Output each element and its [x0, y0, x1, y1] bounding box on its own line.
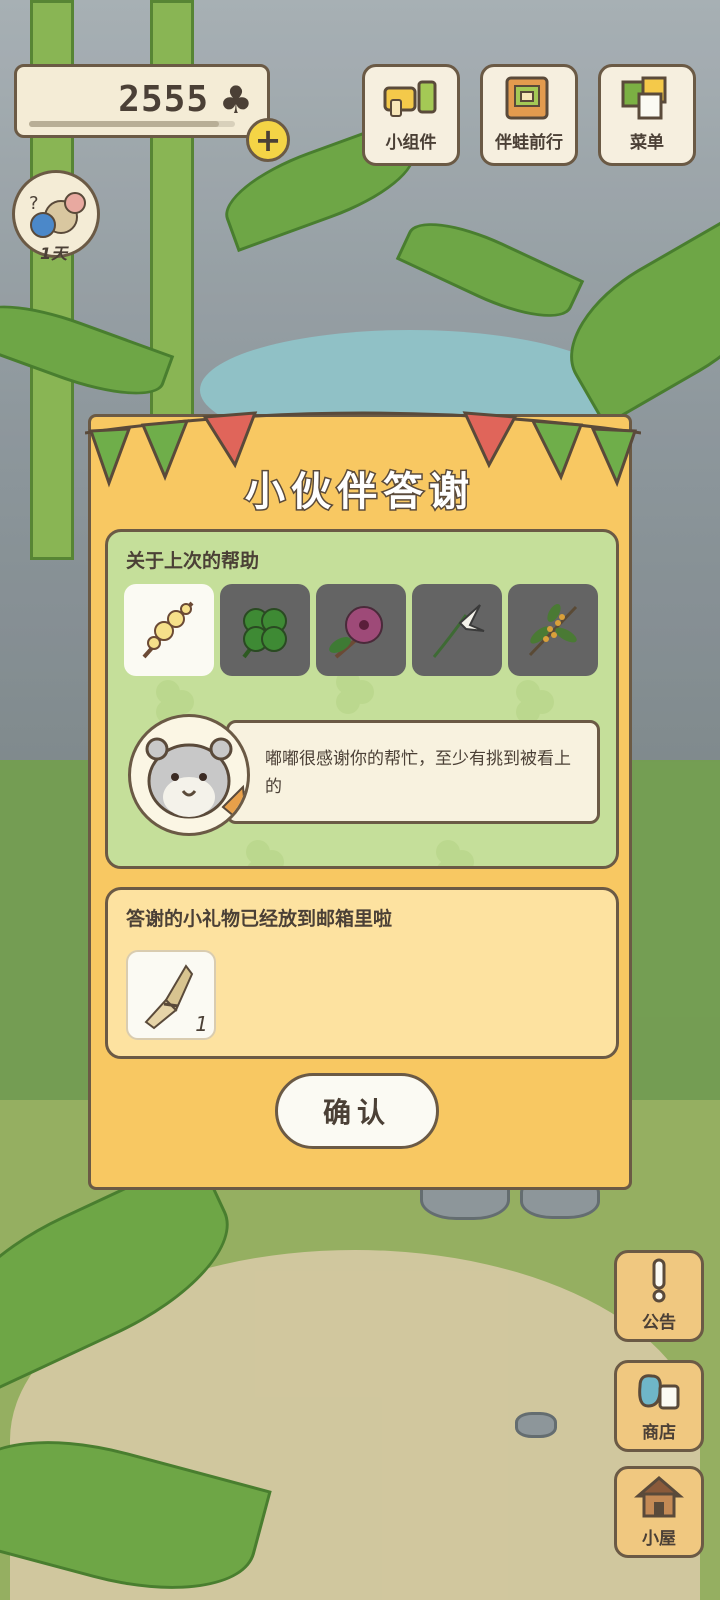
add-clover-button[interactable]: +: [246, 118, 290, 162]
osmanthus-branch-icon: [528, 603, 578, 657]
clover-icon: ♣: [218, 78, 253, 122]
days-away-label: 1天: [40, 244, 68, 263]
svg-text:?: ?: [29, 193, 39, 214]
shop-button[interactable]: 商店: [614, 1360, 704, 1452]
clover-counter-panel: 2555 ♣: [14, 64, 270, 138]
shop-bags-icon: [638, 1374, 680, 1410]
house-icon: [634, 1476, 684, 1518]
travel-with-frog-button[interactable]: 伴蛙前行: [480, 64, 578, 166]
help-panel: 关于上次的帮助 嘟嘟很感谢你的帮忙，至少有挑到被看上的: [105, 529, 619, 869]
menu-label: 菜单: [630, 133, 664, 153]
thanks-dialog: 小伙伴答谢 关于上次的帮助 嘟嘟很感谢你的帮忙，至少有挑到被看上的 答谢的小礼物…: [85, 411, 641, 1190]
menu-button[interactable]: 菜单: [598, 64, 696, 166]
clover-count: 2555: [118, 79, 209, 120]
photo-album-icon: [505, 76, 549, 120]
confirm-button[interactable]: 确认: [275, 1073, 439, 1149]
travel-with-frog-label: 伴蛙前行: [495, 133, 563, 153]
straw-bundle-icon: [144, 964, 194, 1030]
help-item-slot[interactable]: [316, 584, 406, 676]
gift-panel-title: 答谢的小礼物已经放到邮箱里啦: [126, 908, 393, 930]
widgets-icon: [383, 80, 437, 117]
shop-label: 商店: [642, 1423, 676, 1443]
gift-count: 1: [195, 1012, 208, 1036]
yellow-plum-blossom-icon: [142, 601, 194, 659]
notice-label: 公告: [642, 1313, 676, 1333]
help-item-slot[interactable]: [124, 584, 214, 676]
speech-bubble: 嘟嘟很感谢你的帮忙，至少有挑到被看上的: [226, 720, 600, 824]
help-items-row: [124, 584, 598, 676]
help-panel-title: 关于上次的帮助: [126, 550, 260, 572]
gift-item-slot[interactable]: 1: [126, 950, 216, 1040]
help-item-slot[interactable]: [412, 584, 502, 676]
hibiscus-flower-icon: [329, 606, 383, 659]
house-button[interactable]: 小屋: [614, 1466, 704, 1558]
gift-panel: 答谢的小礼物已经放到邮箱里啦 1: [105, 887, 619, 1059]
widgets-button[interactable]: 小组件: [362, 64, 460, 166]
dialog-title: 小伙伴答谢: [244, 468, 475, 517]
exclamation-icon: [652, 1258, 666, 1303]
menu-cards-icon: [621, 76, 667, 120]
hamster-icon: [145, 737, 247, 829]
notice-button[interactable]: 公告: [614, 1250, 704, 1342]
four-leaf-clover-icon: [242, 608, 287, 659]
help-item-slot[interactable]: [508, 584, 598, 676]
help-item-slot[interactable]: [220, 584, 310, 676]
house-label: 小屋: [642, 1529, 676, 1549]
widgets-label: 小组件: [385, 133, 437, 153]
hamster-portrait: [128, 714, 250, 836]
white-lily-icon: [432, 604, 485, 658]
clover-bar: [29, 121, 235, 127]
